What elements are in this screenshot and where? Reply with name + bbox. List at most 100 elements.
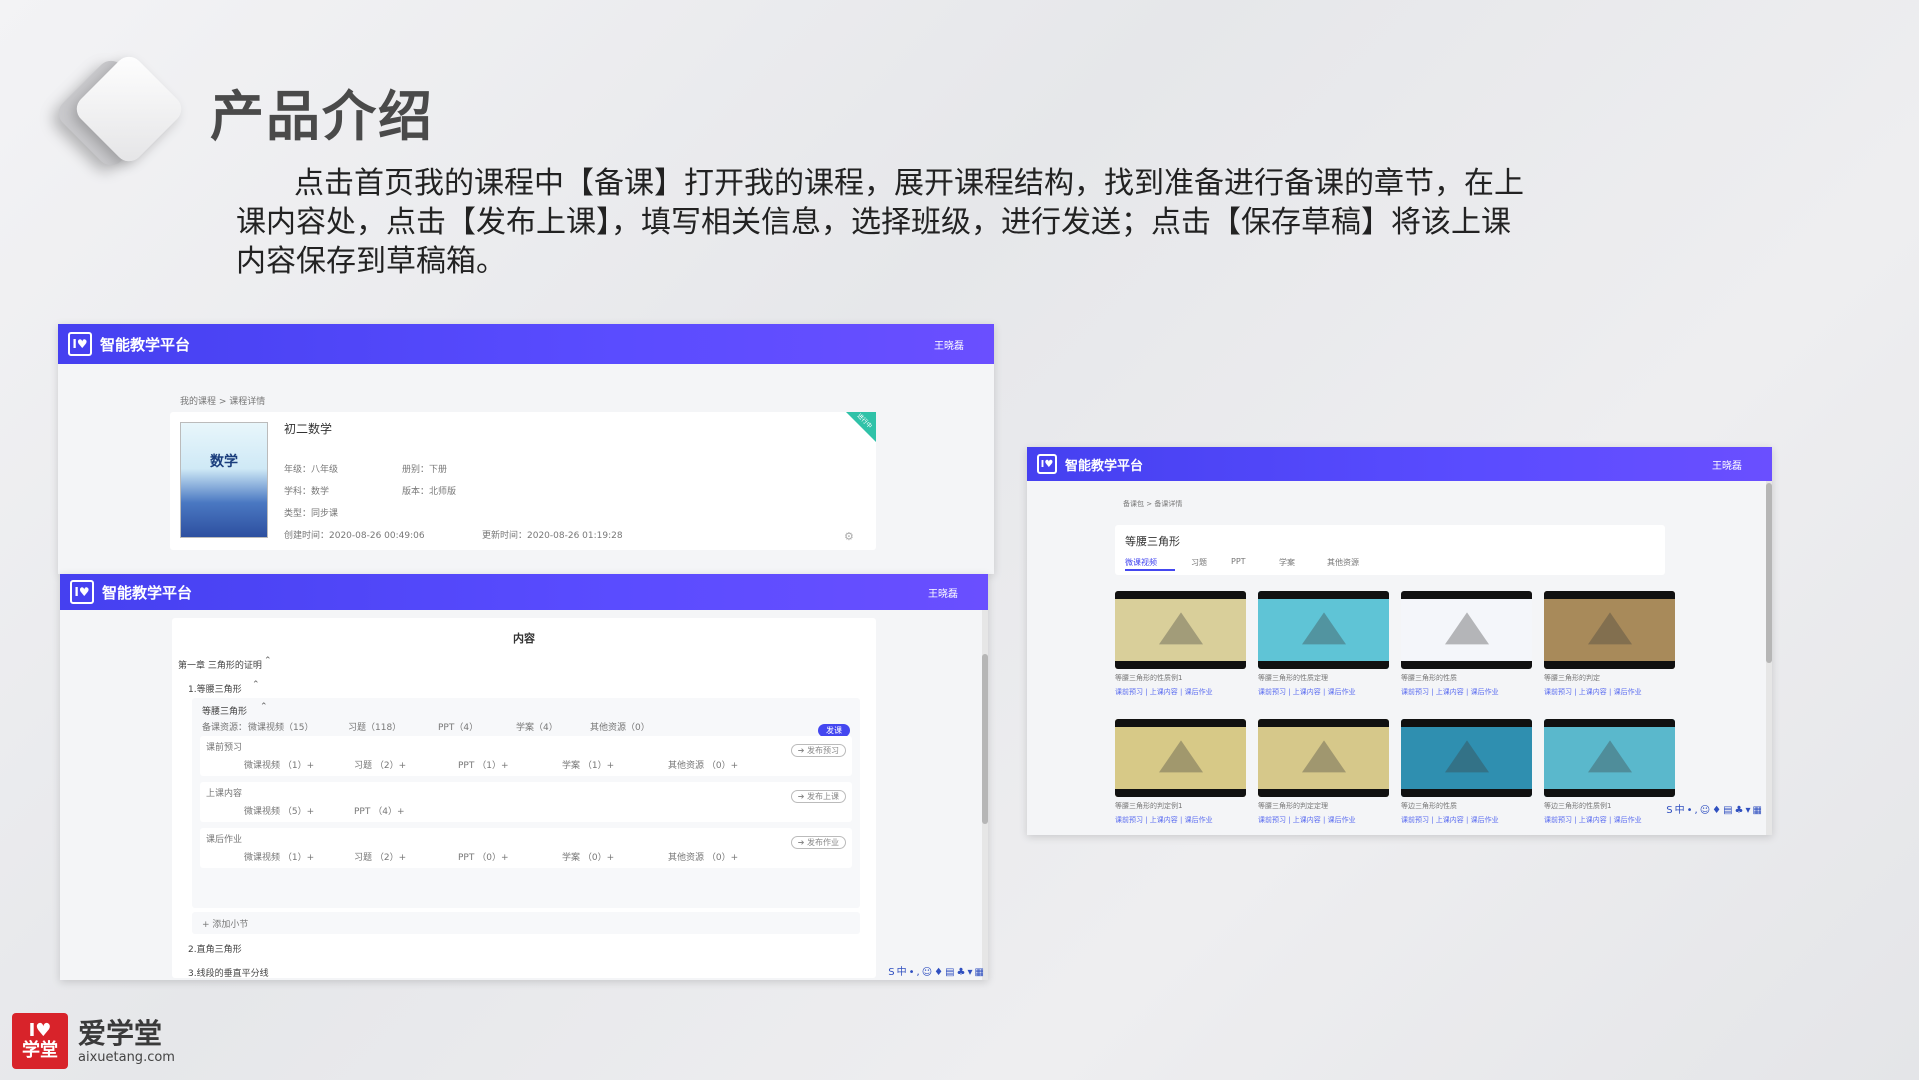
resource-ppt[interactable]: PPT（4） <box>438 720 478 733</box>
video-caption: 等腰三角形的判定定理 <box>1258 802 1328 810</box>
chevron-up-icon-3[interactable]: ⌃ <box>260 702 268 712</box>
video-thumbnail[interactable] <box>1544 591 1675 669</box>
username-2[interactable]: 王晓磊 <box>928 585 958 600</box>
chevron-up-icon-2[interactable]: ⌃ <box>252 680 260 690</box>
group-homework-item-2[interactable]: 习题 （2）+ <box>354 850 406 863</box>
platform-name-2: 智能教学平台 <box>102 583 193 602</box>
content-header: 内容 <box>513 632 535 645</box>
resource-plan[interactable]: 学案（4） <box>516 720 558 733</box>
video-actions[interactable]: 课前预习 | 上课内容 | 课后作业 <box>1258 815 1389 825</box>
publish-homework-button[interactable]: ➔ 发布作业 <box>790 830 846 849</box>
app-topbar-2: I♥ 智能教学平台 王晓磊 <box>60 574 988 610</box>
video-actions[interactable]: 课前预习 | 上课内容 | 课后作业 <box>1401 687 1532 697</box>
group-class-item-2[interactable]: PPT （4）+ <box>354 804 404 817</box>
group-preview-item-4[interactable]: 学案 （1）+ <box>562 758 614 771</box>
ime-toolbar[interactable]: S中•,☺♦▤♣▾▦ <box>888 963 986 978</box>
course-detail-screenshot: I♥ 智能教学平台 王晓磊 我的课程 > 课程详情 进行中 数学 初二数学 年级… <box>58 324 994 574</box>
section-3-title[interactable]: 3.线段的垂直平分线 <box>188 966 269 979</box>
brand-badge-icon: I♥ 学堂 <box>12 1013 68 1069</box>
subsection-box: 等腰三角形 ⌃ 备课资源： 微课视频（15） 习题（118） PPT（4） 学案… <box>192 698 860 908</box>
field-edition: 版本：北师版 <box>402 487 457 497</box>
app-topbar-3: I♥ 智能教学平台 王晓磊 <box>1027 447 1772 481</box>
section-2-title[interactable]: 2.直角三角形 <box>188 942 242 955</box>
add-subsection-button[interactable]: + 添加小节 <box>202 917 248 930</box>
field-type: 类型：同步课 <box>284 509 339 519</box>
field-updated: 更新时间：2020-08-26 01:19:28 <box>482 531 623 541</box>
course-name: 初二数学 <box>284 422 333 436</box>
username-3[interactable]: 王晓磊 <box>1712 457 1742 472</box>
video-caption: 等腰三角形的判定 <box>1544 674 1600 682</box>
resource-other[interactable]: 其他资源（0） <box>590 720 650 733</box>
book-cover-image: 数学 <box>180 422 268 538</box>
app-logo-icon-2[interactable]: I♥ <box>70 580 94 604</box>
breadcrumb[interactable]: 我的课程 > 课程详情 <box>180 394 265 407</box>
group-preview-item-3[interactable]: PPT （1）+ <box>458 758 508 771</box>
video-actions[interactable]: 课前预习 | 上课内容 | 课后作业 <box>1258 687 1389 697</box>
ime-toolbar-2[interactable]: S中•,☺♦▤♣▾▦ <box>1666 801 1764 816</box>
intro-line-1: 点击首页我的课程中【备课】打开我的课程，展开课程结构，找到准备进行备课的章节，在… <box>294 166 1524 201</box>
group-class-item-1[interactable]: 微课视频 （5）+ <box>244 804 314 817</box>
brand-badge-bottom: 学堂 <box>22 1040 58 1061</box>
scrollbar-thumb-2[interactable] <box>1766 483 1772 663</box>
video-thumbnail[interactable] <box>1401 719 1532 797</box>
resources-label: 备课资源： <box>202 723 248 733</box>
field-grade: 年级：八年级 <box>284 465 339 475</box>
field-created: 创建时间：2020-08-26 00:49:06 <box>284 531 425 541</box>
tab-other[interactable]: 其他资源 <box>1327 557 1359 568</box>
video-actions[interactable]: 课前预习 | 上课内容 | 课后作业 <box>1544 687 1675 697</box>
app-logo-icon-3[interactable]: I♥ <box>1037 454 1057 474</box>
intro-paragraph: 点击首页我的课程中【备课】打开我的课程，展开课程结构，找到准备进行备课的章节，在… <box>236 164 1626 281</box>
publish-class-button[interactable]: ➔ 发布上课 <box>790 784 846 803</box>
add-subsection-row[interactable]: + 添加小节 <box>192 912 860 934</box>
tab-video[interactable]: 微课视频 <box>1125 557 1157 568</box>
scrollbar-thumb[interactable] <box>982 654 988 824</box>
intro-line-2: 课内容处，点击【发布上课】，填写相关信息，选择班级，进行发送；点击【保存草稿】将… <box>236 205 1511 240</box>
video-actions[interactable]: 课前预习 | 上课内容 | 课后作业 <box>1115 687 1246 697</box>
active-tab-underline <box>1125 569 1175 571</box>
group-preview-item-5[interactable]: 其他资源 （0）+ <box>668 758 738 771</box>
tab-plan[interactable]: 学案 <box>1279 557 1295 568</box>
video-thumbnail[interactable] <box>1258 719 1389 797</box>
app-topbar: I♥ 智能教学平台 王晓磊 <box>58 324 994 364</box>
video-thumbnail[interactable] <box>1258 591 1389 669</box>
video-thumbnail[interactable] <box>1115 591 1246 669</box>
publish-preview-button[interactable]: ➔ 发布预习 <box>790 738 846 757</box>
chapter-title[interactable]: 第一章 三角形的证明 <box>178 658 262 671</box>
video-thumbnail[interactable] <box>1115 719 1246 797</box>
group-preview-item-2[interactable]: 习题 （2）+ <box>354 758 406 771</box>
content-card: 内容 第一章 三角形的证明 ⌃ 1.等腰三角形 ⌃ 等腰三角形 ⌃ 备课资源： … <box>172 618 876 979</box>
subsection-title[interactable]: 等腰三角形 <box>202 704 247 717</box>
group-homework-title: 课后作业 <box>206 835 243 845</box>
group-homework-item-3[interactable]: PPT （0）+ <box>458 850 508 863</box>
group-preview-item-1[interactable]: 微课视频 （1）+ <box>244 758 314 771</box>
video-actions[interactable]: 课前预习 | 上课内容 | 课后作业 <box>1115 815 1246 825</box>
section-1-title[interactable]: 1.等腰三角形 <box>188 682 242 695</box>
resource-video[interactable]: 微课视频（15） <box>248 720 313 733</box>
group-homework-item-1[interactable]: 微课视频 （1）+ <box>244 850 314 863</box>
video-thumbnail[interactable] <box>1544 719 1675 797</box>
tab-ppt[interactable]: PPT <box>1231 557 1246 566</box>
platform-name-3: 智能教学平台 <box>1065 458 1144 474</box>
breadcrumb-2[interactable]: 备课包 > 备课详情 <box>1123 499 1182 509</box>
username[interactable]: 王晓磊 <box>934 337 964 352</box>
diamond-decoration-front <box>71 51 187 167</box>
video-thumbnail[interactable] <box>1401 591 1532 669</box>
field-volume: 册别：下册 <box>402 465 448 475</box>
group-class-title: 上课内容 <box>206 789 243 799</box>
video-caption: 等腰三角形的判定例1 <box>1115 802 1183 810</box>
video-actions[interactable]: 课前预习 | 上课内容 | 课后作业 <box>1401 815 1532 825</box>
settings-gear-icon[interactable]: ⚙ <box>844 530 854 543</box>
video-caption: 等边三角形的性质例1 <box>1544 802 1612 810</box>
tab-exercise[interactable]: 习题 <box>1191 557 1207 568</box>
video-actions[interactable]: 课前预习 | 上课内容 | 课后作业 <box>1544 815 1675 825</box>
group-homework-item-4[interactable]: 学案 （0）+ <box>562 850 614 863</box>
brand-logo: I♥ 学堂 爱学堂 aixuetang.com <box>12 1012 175 1070</box>
group-homework-item-5[interactable]: 其他资源 （0）+ <box>668 850 738 863</box>
intro-line-3: 内容保存到草稿箱。 <box>236 244 506 279</box>
chevron-up-icon[interactable]: ⌃ <box>264 656 272 666</box>
resource-exercise[interactable]: 习题（118） <box>348 720 401 733</box>
brand-url: aixuetang.com <box>78 1049 175 1065</box>
publish-pill-button[interactable]: 发课 <box>818 718 850 737</box>
app-logo-icon[interactable]: I♥ <box>68 332 92 356</box>
book-cover-title: 数学 <box>210 454 238 470</box>
